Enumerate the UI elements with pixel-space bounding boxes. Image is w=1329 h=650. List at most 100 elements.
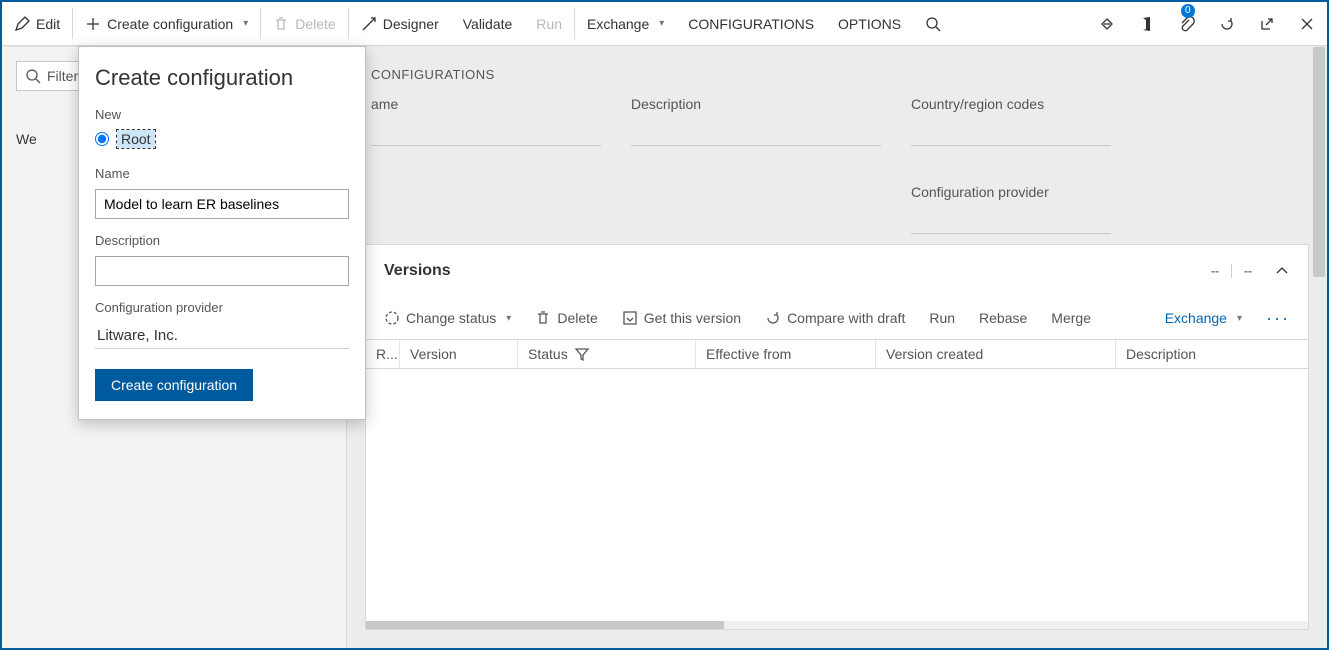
dialog-provider-label: Configuration provider — [95, 300, 349, 315]
options-label: OPTIONS — [838, 16, 901, 32]
versions-more-button[interactable]: ··· — [1266, 308, 1290, 329]
designer-icon — [361, 16, 377, 32]
versions-toolbar: Change status Delete Get this version Co… — [366, 297, 1308, 339]
version-exchange-label: Exchange — [1165, 310, 1227, 326]
top-toolbar: Edit Create configuration Delete Designe… — [2, 2, 1327, 46]
compare-button[interactable]: Compare with draft — [765, 310, 905, 326]
dialog-name-input[interactable] — [95, 189, 349, 219]
designer-label: Designer — [383, 16, 439, 32]
dialog-new-group-label: New — [95, 107, 349, 122]
dialog-title: Create configuration — [95, 65, 349, 91]
refresh-icon — [1219, 16, 1235, 32]
validate-button[interactable]: Validate — [451, 2, 525, 45]
col-created[interactable]: Version created — [876, 340, 1116, 368]
rebase-button[interactable]: Rebase — [979, 310, 1027, 326]
version-delete-button[interactable]: Delete — [535, 310, 597, 326]
change-status-button[interactable]: Change status — [384, 310, 511, 326]
dialog-provider-value: Litware, Inc. — [95, 323, 349, 349]
configurations-label: CONFIGURATIONS — [688, 16, 814, 32]
delete-label: Delete — [295, 16, 335, 32]
col-status[interactable]: Status — [518, 340, 696, 368]
versions-panel: Versions -- -- Change status Delete — [365, 244, 1309, 630]
popout-icon — [1259, 16, 1275, 32]
download-icon — [622, 310, 638, 326]
exchange-label: Exchange — [587, 16, 649, 32]
attachments-button[interactable]: 0 — [1167, 2, 1207, 45]
col-description[interactable]: Description — [1116, 340, 1308, 368]
description-field[interactable] — [631, 124, 881, 146]
refresh-button[interactable] — [1207, 2, 1247, 45]
delete-button[interactable]: Delete — [261, 2, 347, 45]
popout-button[interactable] — [1247, 2, 1287, 45]
rebase-label: Rebase — [979, 310, 1027, 326]
name-field[interactable] — [371, 124, 601, 146]
configurations-button[interactable]: CONFIGURATIONS — [676, 2, 826, 45]
merge-label: Merge — [1051, 310, 1091, 326]
filter-icon — [574, 346, 590, 362]
compare-icon — [765, 310, 781, 326]
filter-placeholder: Filter — [47, 68, 78, 84]
merge-button[interactable]: Merge — [1051, 310, 1091, 326]
run-label: Run — [536, 16, 562, 32]
trash-icon — [535, 310, 551, 326]
chevron-up-icon[interactable] — [1274, 263, 1290, 279]
dialog-submit-label: Create configuration — [111, 377, 237, 393]
versions-marker2: -- — [1231, 264, 1252, 278]
edit-icon — [14, 16, 30, 32]
connected-apps-button[interactable] — [1087, 2, 1127, 45]
trash-icon — [273, 16, 289, 32]
attachments-count: 0 — [1181, 4, 1195, 18]
configurations-heading: CONFIGURATIONS — [371, 67, 1303, 82]
version-exchange-button[interactable]: Exchange — [1165, 310, 1242, 326]
versions-marker1: -- — [1211, 264, 1219, 278]
dialog-submit-button[interactable]: Create configuration — [95, 369, 253, 401]
compare-label: Compare with draft — [787, 310, 905, 326]
name-label: ame — [371, 96, 601, 112]
office-button[interactable] — [1127, 2, 1167, 45]
plus-icon — [85, 16, 101, 32]
designer-button[interactable]: Designer — [349, 2, 451, 45]
run-button[interactable]: Run — [524, 2, 574, 45]
versions-table-header: R... Version Status Effective from Versi… — [366, 339, 1308, 369]
versions-title: Versions — [384, 262, 451, 280]
validate-label: Validate — [463, 16, 513, 32]
version-run-button[interactable]: Run — [929, 310, 955, 326]
root-radio[interactable] — [95, 132, 109, 146]
search-button[interactable] — [913, 2, 953, 45]
right-scrollbar[interactable] — [1313, 47, 1325, 277]
create-config-label: Create configuration — [107, 16, 233, 32]
configurations-panel: CONFIGURATIONS ame Description Country/r… — [347, 47, 1327, 244]
close-icon — [1299, 16, 1315, 32]
get-version-label: Get this version — [644, 310, 741, 326]
edit-button[interactable]: Edit — [2, 2, 72, 45]
dialog-description-input[interactable] — [95, 256, 349, 286]
versions-table-body — [366, 369, 1308, 621]
office-icon — [1139, 16, 1155, 32]
provider-field[interactable] — [911, 212, 1111, 234]
dialog-description-label: Description — [95, 233, 349, 248]
create-configuration-dialog: Create configuration New Root Name Descr… — [78, 46, 366, 420]
root-radio-label: Root — [117, 130, 155, 148]
right-column: CONFIGURATIONS ame Description Country/r… — [347, 47, 1327, 648]
exchange-button[interactable]: Exchange — [575, 2, 676, 45]
create-configuration-button[interactable]: Create configuration — [73, 2, 260, 45]
search-icon — [25, 68, 41, 84]
col-effective[interactable]: Effective from — [696, 340, 876, 368]
diamond-icon — [1099, 16, 1115, 32]
provider-label: Configuration provider — [911, 184, 1111, 200]
versions-h-scrollbar[interactable] — [366, 621, 1308, 629]
options-button[interactable]: OPTIONS — [826, 2, 913, 45]
dialog-name-label: Name — [95, 166, 349, 181]
country-field[interactable] — [911, 124, 1111, 146]
version-delete-label: Delete — [557, 310, 597, 326]
get-version-button[interactable]: Get this version — [622, 310, 741, 326]
edit-label: Edit — [36, 16, 60, 32]
col-version[interactable]: Version — [400, 340, 518, 368]
status-icon — [384, 310, 400, 326]
col-r[interactable]: R... — [366, 340, 400, 368]
search-icon — [925, 16, 941, 32]
country-label: Country/region codes — [911, 96, 1111, 112]
close-button[interactable] — [1287, 2, 1327, 45]
change-status-label: Change status — [406, 310, 496, 326]
version-run-label: Run — [929, 310, 955, 326]
